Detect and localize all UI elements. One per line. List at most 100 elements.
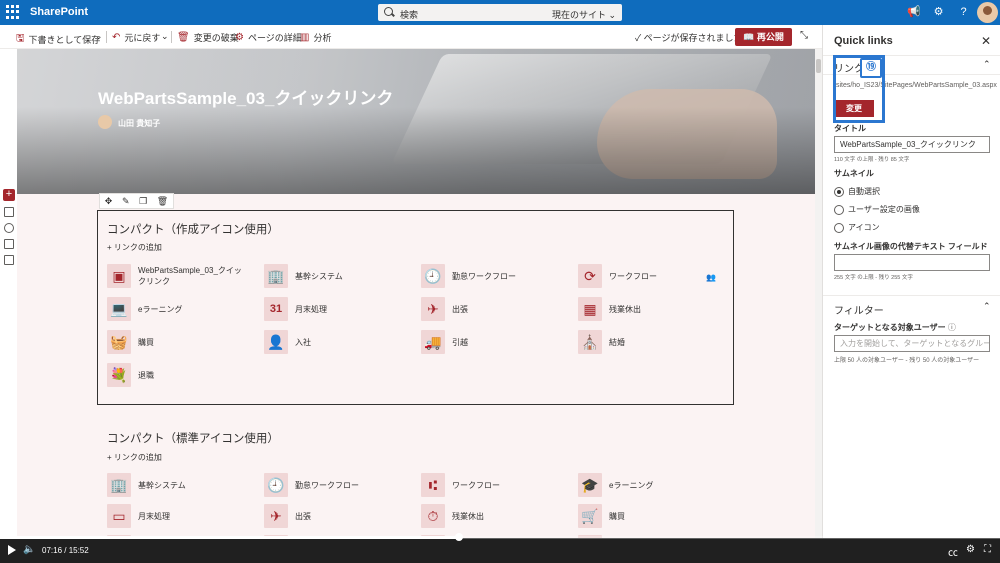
search-placeholder: 検索 <box>400 10 419 20</box>
brand-name[interactable]: SharePoint <box>30 6 88 18</box>
step-badge: ⑲ <box>860 58 882 78</box>
quick-link-label[interactable]: 出張 <box>295 511 405 522</box>
quick-link-label[interactable]: eラーニング <box>609 480 719 491</box>
title-field[interactable]: WebPartsSample_03_クイックリンク <box>834 136 990 153</box>
fullscreen-icon[interactable]: ⛶ <box>984 544 991 555</box>
page-title[interactable]: WebPartsSample_03_クイックリンク <box>98 84 393 109</box>
flow-icon[interactable]: ⑆ <box>421 473 445 497</box>
airplane-icon[interactable]: ✈ <box>264 504 288 528</box>
undo-button[interactable]: ↶ 元に戻す <box>112 31 160 44</box>
thumbnail-option-auto[interactable]: 自動選択 <box>834 186 880 197</box>
mortarboard-icon[interactable]: 🎓 <box>578 473 602 497</box>
clock-icon[interactable]: 🕘 <box>421 264 445 288</box>
help-icon[interactable]: ? <box>957 6 970 19</box>
close-icon[interactable]: ✕ <box>981 34 991 48</box>
clock-icon[interactable]: 🕘 <box>264 473 288 497</box>
page-details-button[interactable]: ⚙ ページの詳細 <box>235 31 302 44</box>
quick-link-label[interactable]: 入社 <box>295 337 405 348</box>
building-icon[interactable]: 🏢 <box>107 473 131 497</box>
timer-icon[interactable]: ⏱ <box>421 504 445 528</box>
quick-link-label[interactable]: 残業休出 <box>452 511 562 522</box>
webpart-toolbar: ✥ ✎ ❐ 🗑 <box>99 193 174 209</box>
save-draft-label: 下書きとして保存 <box>28 35 101 45</box>
filter-section-header[interactable]: フィルター ⌃ <box>823 295 1000 317</box>
bouquet-icon[interactable]: 💐 <box>107 363 131 387</box>
settings-icon[interactable]: ⚙ <box>966 544 975 555</box>
quick-link-label[interactable]: 月末処理 <box>138 511 248 522</box>
add-link-button[interactable]: + リンクの追加 <box>107 452 162 463</box>
duplicate-icon[interactable]: ❐ <box>139 196 147 207</box>
quick-link-label[interactable]: 結婚 <box>609 337 719 348</box>
cart-icon[interactable]: 🛒 <box>578 504 602 528</box>
calendar-grid-icon[interactable]: ▦ <box>578 297 602 321</box>
play-icon[interactable] <box>8 545 16 555</box>
quick-link-label[interactable]: 退職 <box>138 370 248 381</box>
video-progress-bar[interactable] <box>0 533 1000 541</box>
quick-link-label[interactable]: 出張 <box>452 304 562 315</box>
sharepoint-page-icon[interactable]: ▣ <box>107 264 131 288</box>
section-title: コンパクト（標準アイコン使用） <box>107 433 279 445</box>
quick-link-label[interactable]: 購買 <box>138 337 248 348</box>
gear-icon[interactable]: ⚙ <box>932 6 945 19</box>
app-launcher-icon[interactable] <box>6 5 20 19</box>
saved-status-label: ページが保存されました <box>643 33 743 43</box>
page-scrollbar[interactable] <box>815 49 822 539</box>
edit-section-icon[interactable] <box>4 207 14 217</box>
basket-icon[interactable]: 🧺 <box>107 330 131 354</box>
move-icon[interactable]: ✥ <box>105 196 113 207</box>
quick-link-label[interactable]: eラーニング <box>138 304 248 315</box>
thumbnail-option-custom[interactable]: ユーザー設定の画像 <box>834 204 920 215</box>
delete-icon[interactable]: 🗑 <box>157 196 168 207</box>
quick-link-label[interactable]: 残業休出 <box>609 304 719 315</box>
save-draft-button[interactable]: 🖫 下書きとして保存 <box>16 31 100 48</box>
laptop-icon[interactable]: 💻 <box>107 297 131 321</box>
edit-icon[interactable]: ✎ <box>122 196 130 207</box>
truck-icon[interactable]: 🚚 <box>421 330 445 354</box>
quick-link-label[interactable]: 購買 <box>609 511 719 522</box>
add-section-button[interactable]: + <box>3 189 15 201</box>
calendar-31-icon[interactable]: 31 <box>264 297 288 321</box>
undo-dropdown-chevron-icon[interactable]: ⌄ <box>161 31 169 42</box>
alt-text-field[interactable] <box>834 254 990 271</box>
audience-label: ターゲットとなる対象ユーザー ⓘ <box>834 322 956 333</box>
video-progress-handle[interactable] <box>454 533 463 541</box>
workflow-icon[interactable]: ⟳ <box>578 264 602 288</box>
move-icon[interactable] <box>4 223 14 233</box>
collapse-icon[interactable]: ⤡ <box>800 30 808 41</box>
quick-link-label[interactable]: ワークフロー <box>609 271 719 282</box>
thumbnail-label: サムネイル <box>834 169 874 178</box>
card-icon[interactable]: ▭ <box>107 504 131 528</box>
church-icon[interactable]: ⛪ <box>578 330 602 354</box>
thumbnail-option-icon[interactable]: アイコン <box>834 222 880 233</box>
author-name: 山田 貴知子 <box>118 119 161 128</box>
quick-link-label[interactable]: 引越 <box>452 337 562 348</box>
quick-link-label[interactable]: 基幹システム <box>295 271 405 282</box>
save-dropdown-chevron-icon[interactable]: ⌄ <box>95 31 103 42</box>
quick-link-label[interactable]: WebPartsSample_03_クイックリンク <box>138 265 248 287</box>
discard-label: 変更の破棄 <box>193 33 239 43</box>
quick-link-label[interactable]: ワークフロー <box>452 480 562 491</box>
building-icon[interactable]: 🏢 <box>264 264 288 288</box>
delete-icon[interactable] <box>4 255 14 265</box>
quick-link-label[interactable]: 基幹システム <box>138 480 248 491</box>
search-box[interactable]: 検索 現在のサイト ⌄ <box>378 4 622 21</box>
captions-icon[interactable]: ㏄ <box>948 544 958 559</box>
search-scope[interactable]: 現在のサイト ⌄ <box>552 8 616 21</box>
duplicate-icon[interactable] <box>4 239 14 249</box>
discard-icon: 🗑 <box>177 32 190 43</box>
megaphone-icon[interactable]: 📢 <box>907 6 921 19</box>
add-link-button[interactable]: + リンクの追加 <box>107 242 162 253</box>
avatar[interactable] <box>977 2 998 23</box>
audience-input[interactable]: 入力を開始して、ターゲットとなるグループを追加 <box>834 335 990 352</box>
quick-link-label[interactable]: 勤怠ワークフロー <box>295 480 405 491</box>
airplane-icon[interactable]: ✈ <box>421 297 445 321</box>
audience-hint: 上限 50 人の対象ユーザー - 残り 50 人の対象ユーザー <box>834 358 980 364</box>
person-building-icon[interactable]: 👤 <box>264 330 288 354</box>
volume-icon[interactable]: 🔈 <box>23 544 35 555</box>
info-icon[interactable]: ⓘ <box>948 323 956 332</box>
discard-button[interactable]: 🗑 変更の破棄 <box>177 31 239 44</box>
analytics-button[interactable]: ▥ 分析 <box>300 31 331 44</box>
quick-link-label[interactable]: 勤怠ワークフロー <box>452 271 562 282</box>
republish-button[interactable]: 📖 再公開 <box>735 28 792 46</box>
quick-link-label[interactable]: 月末処理 <box>295 304 405 315</box>
